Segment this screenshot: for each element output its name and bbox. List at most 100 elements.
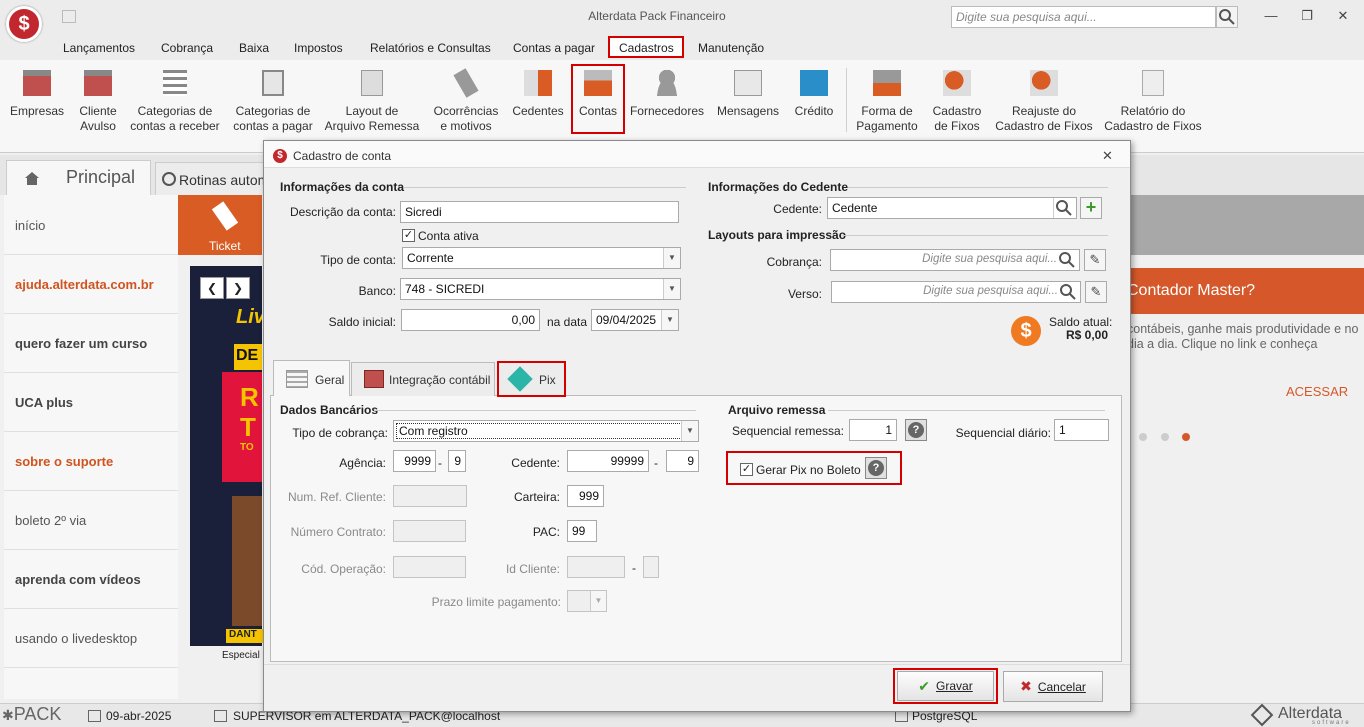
global-search-input[interactable]: Digite sua pesquisa aqui... xyxy=(951,6,1216,28)
add-cedente-icon[interactable]: + xyxy=(1080,197,1102,219)
left-item-uca[interactable]: UCA plus xyxy=(4,373,178,432)
chevron-down-icon[interactable]: ▼ xyxy=(681,421,698,441)
tab-rotinas[interactable]: Rotinas automát xyxy=(155,162,265,195)
calendar-icon xyxy=(88,710,101,722)
close-icon[interactable]: ✕ xyxy=(1334,8,1352,24)
chevron-down-icon[interactable]: ▼ xyxy=(663,279,680,299)
ribbon-layout-remessa[interactable]: Layout de Arquivo Remessa xyxy=(322,66,422,136)
left-item-inicio[interactable]: início xyxy=(4,196,178,255)
search-icon[interactable] xyxy=(1058,282,1080,302)
id-cliente-dv-input[interactable] xyxy=(643,556,659,578)
ribbon-mensagens[interactable]: Mensagens xyxy=(714,66,782,136)
ribbon-cliente-avulso[interactable]: Cliente Avulso xyxy=(70,66,126,136)
ribbon-credito[interactable]: Crédito xyxy=(788,66,840,136)
seq-diario-input[interactable]: 1 xyxy=(1054,419,1109,441)
gerar-pix-label: Gerar Pix no Boleto xyxy=(756,463,861,477)
tipo-conta-select[interactable]: Corrente xyxy=(402,247,681,269)
report-icon xyxy=(1142,70,1164,96)
num-ref-input[interactable] xyxy=(393,485,467,507)
ribbon-forma-pagamento[interactable]: Forma de Pagamento xyxy=(852,66,922,136)
ribbon-cedentes[interactable]: Cedentes xyxy=(508,66,568,136)
carousel-next-icon[interactable]: ❯ xyxy=(226,277,250,299)
left-item-boleto[interactable]: boleto 2º via xyxy=(4,491,178,550)
db-cedente-input[interactable]: 99999 xyxy=(567,450,649,472)
app-logo-icon[interactable]: $ xyxy=(6,6,42,42)
menu-baixa[interactable]: Baixa xyxy=(239,41,269,55)
menu-contas-pagar[interactable]: Contas a pagar xyxy=(513,41,595,55)
left-item-videos[interactable]: aprenda com vídeos xyxy=(4,550,178,609)
logo-mark-icon xyxy=(1250,703,1274,727)
conta-ativa-checkbox[interactable]: ✓ xyxy=(402,229,415,242)
menu-cobranca[interactable]: Cobrança xyxy=(161,41,213,55)
pac-input[interactable]: 99 xyxy=(567,520,597,542)
menu-impostos[interactable]: Impostos xyxy=(294,41,343,55)
edit-cobranca-icon[interactable]: ✎ xyxy=(1084,249,1106,271)
left-item-livedesktop[interactable]: usando o livedesktop xyxy=(4,609,178,668)
left-item-suporte[interactable]: sobre o suporte xyxy=(4,432,178,491)
ribbon-cadastro-fixos[interactable]: Cadastro de Fixos xyxy=(924,66,990,136)
contador-banner[interactable]: Contador Master? xyxy=(1120,268,1364,314)
agencia-input[interactable]: 9999 xyxy=(393,450,436,472)
ticket-tile[interactable]: Ticket xyxy=(178,195,262,255)
cobranca-layout-input[interactable]: Digite sua pesquisa aqui... xyxy=(830,249,1080,271)
acessar-link[interactable]: ACESSAR xyxy=(1286,384,1348,399)
search-icon[interactable] xyxy=(1053,198,1076,218)
carousel-dot[interactable] xyxy=(1161,433,1169,441)
help-icon[interactable]: ? xyxy=(905,419,927,441)
cedente-input[interactable]: Cedente xyxy=(827,197,1077,219)
info-cedente-title: Informações do Cedente xyxy=(708,180,849,194)
carteira-input[interactable]: 999 xyxy=(567,485,604,507)
menu-cadastros[interactable]: Cadastros xyxy=(619,41,674,55)
cod-operacao-input[interactable] xyxy=(393,556,466,578)
menu-lancamentos[interactable]: Lançamentos xyxy=(63,41,135,55)
seq-remessa-label: Sequencial remessa: xyxy=(731,424,844,438)
ribbon-categorias-receber[interactable]: Categorias de contas a receber xyxy=(126,66,224,136)
cobranca-label: Cobrança: xyxy=(766,255,822,269)
verso-layout-input[interactable]: Digite sua pesquisa aqui... xyxy=(831,281,1081,303)
descricao-input[interactable]: Sicredi xyxy=(400,201,679,223)
ticket-icon xyxy=(211,201,239,231)
dialog-close-icon[interactable]: ✕ xyxy=(1102,148,1113,164)
divider xyxy=(264,664,1130,665)
id-cliente-input[interactable] xyxy=(567,556,625,578)
tipo-cobranca-label: Tipo de cobrança: xyxy=(292,426,388,440)
db-cedente-dv-input[interactable]: 9 xyxy=(666,450,699,472)
carousel-dot-active[interactable] xyxy=(1182,433,1190,441)
chevron-down-icon[interactable]: ▼ xyxy=(590,591,606,611)
ribbon-relatorio-fixos[interactable]: Relatório do Cadastro de Fixos xyxy=(1102,66,1204,136)
ribbon-categorias-pagar[interactable]: Categorias de contas a pagar xyxy=(226,66,320,136)
gravar-button[interactable]: ✔ Gravar xyxy=(897,671,994,701)
ribbon-reajuste-fixos[interactable]: Reajuste do Cadastro de Fixos xyxy=(994,66,1094,136)
carousel-dot[interactable] xyxy=(1139,433,1147,441)
cancelar-button[interactable]: ✖ Cancelar xyxy=(1003,671,1103,702)
tab-integracao[interactable]: Integração contábil xyxy=(351,362,495,396)
tab-pix[interactable]: Pix xyxy=(497,361,566,397)
restore-icon[interactable]: ❐ xyxy=(1298,8,1316,24)
promo-banner[interactable]: Liv DE RTTO xyxy=(190,266,262,646)
seq-remessa-input[interactable]: 1 xyxy=(849,419,897,441)
search-icon[interactable] xyxy=(1216,6,1238,28)
banco-select[interactable]: 748 - SICREDI xyxy=(400,278,681,300)
minimize-icon[interactable]: — xyxy=(1262,8,1280,24)
menu-manutencao[interactable]: Manutenção xyxy=(698,41,764,55)
gerar-pix-checkbox[interactable]: ✓ xyxy=(740,463,753,476)
carousel-prev-icon[interactable]: ❮ xyxy=(200,277,224,299)
ribbon-contas[interactable]: Contas xyxy=(573,66,623,132)
ribbon-ocorrencias[interactable]: Ocorrências e motivos xyxy=(426,66,506,136)
left-item-ajuda[interactable]: ajuda.alterdata.com.br xyxy=(4,255,178,314)
tipo-cobranca-select[interactable]: Com registro xyxy=(393,420,699,442)
help-icon[interactable]: ? xyxy=(865,457,887,479)
search-icon[interactable] xyxy=(1057,250,1079,270)
numero-contrato-input[interactable] xyxy=(393,520,466,542)
edit-verso-icon[interactable]: ✎ xyxy=(1085,281,1107,303)
ribbon-empresas[interactable]: Empresas xyxy=(4,66,70,136)
left-item-curso[interactable]: quero fazer um curso xyxy=(4,314,178,373)
tab-geral[interactable]: Geral xyxy=(273,360,350,396)
saldo-inicial-input[interactable]: 0,00 xyxy=(401,309,540,331)
ribbon-fornecedores[interactable]: Fornecedores xyxy=(628,66,706,136)
chevron-down-icon[interactable]: ▼ xyxy=(663,248,680,268)
chevron-down-icon[interactable]: ▼ xyxy=(661,310,678,330)
menu-relatorios[interactable]: Relatórios e Consultas xyxy=(370,41,491,55)
calculator-icon xyxy=(364,370,384,388)
agencia-dv-input[interactable]: 9 xyxy=(448,450,466,472)
